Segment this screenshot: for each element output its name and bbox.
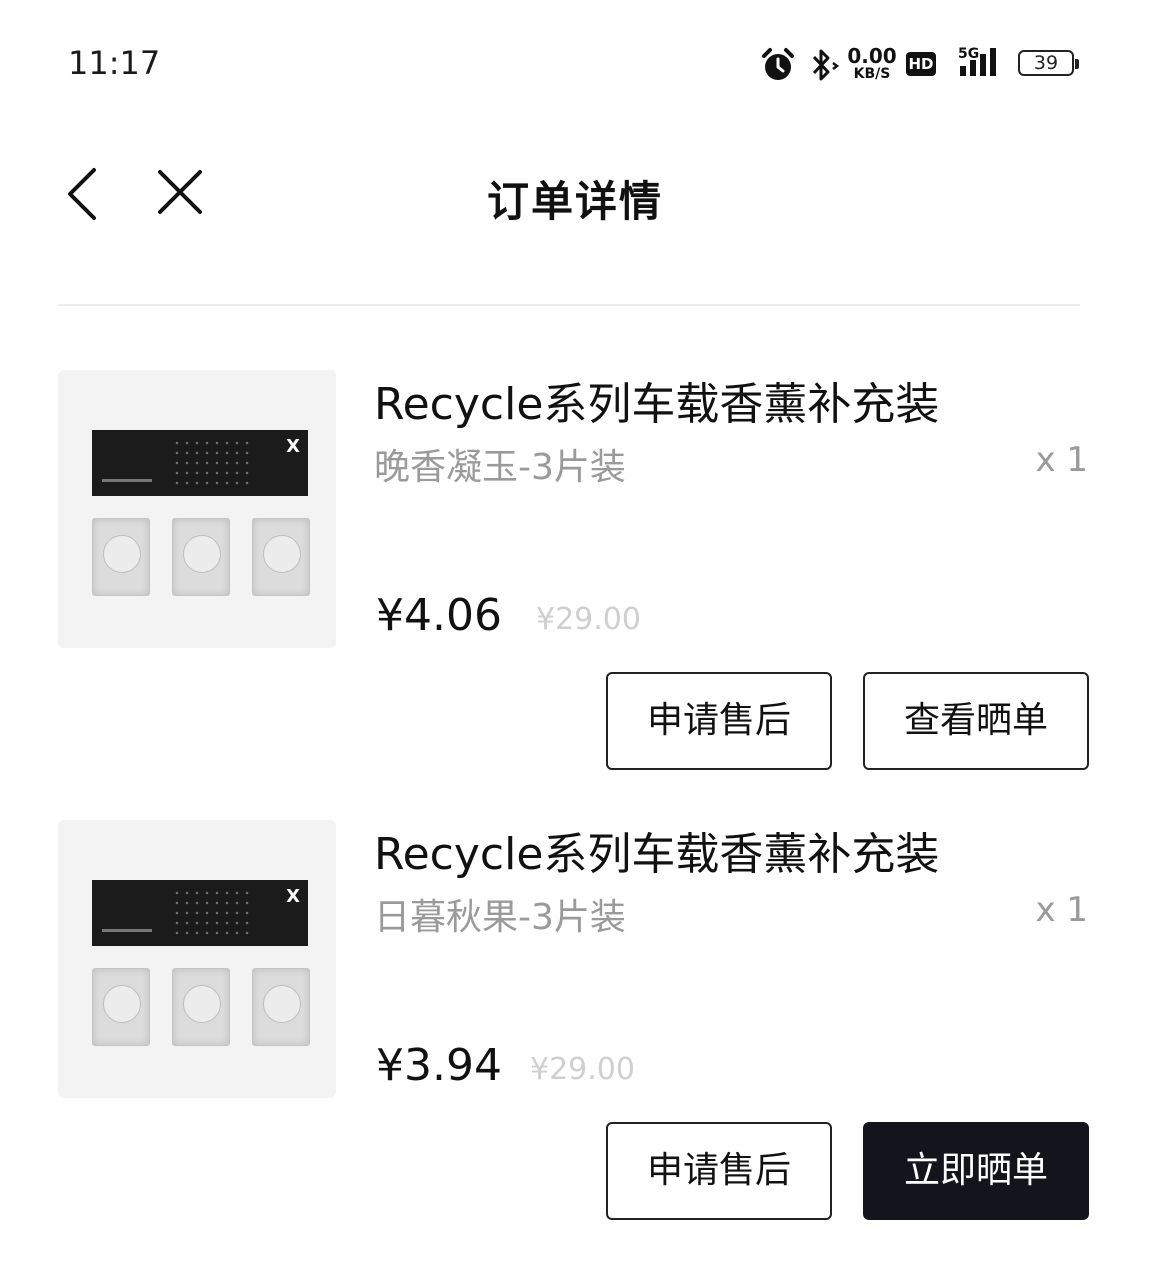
post-review-button[interactable]: 立即晒单 [863,1122,1089,1220]
bluetooth-icon [812,49,840,81]
alarm-icon [762,48,794,80]
product-price: ¥4.06 [376,590,502,641]
divider [58,304,1080,306]
after-sales-button[interactable]: 申请售后 [606,672,832,770]
product-title[interactable]: Recycle系列车载香薰补充装 [374,368,939,432]
order-item: X Recycle系列车载香薰补充装 晚香凝玉-3片装 x 1 ¥4.06 ¥2… [0,370,1150,770]
product-variant: 晚香凝玉-3片装 [374,447,626,488]
order-item: X Recycle系列车载香薰补充装 日暮秋果-3片装 x 1 ¥3.94 ¥2… [0,820,1150,1220]
network-speed-unit: KB/S [853,66,891,82]
battery-icon: 39 [1018,50,1079,76]
product-image[interactable]: X [58,370,336,648]
product-image[interactable]: X [58,820,336,1098]
network-type: 5G [958,46,979,62]
network-speed-value: 0.00 [847,44,897,68]
original-price: ¥29.00 [536,602,641,637]
status-bar: 11:17 0.00 KB/S HD 5G 39 [0,0,1150,130]
after-sales-button[interactable]: 申请售后 [606,1122,832,1220]
nav-bar: 订单详情 [0,150,1150,240]
network-speed: 0.00 KB/S [846,46,898,81]
product-quantity: x 1 [1035,440,1088,480]
status-time: 11:17 [68,44,161,82]
view-review-button[interactable]: 查看晒单 [863,672,1089,770]
product-price: ¥3.94 [376,1040,502,1091]
page-title: 订单详情 [486,177,663,226]
hd-badge: HD [906,52,936,76]
signal-icon: 5G [958,46,996,76]
product-quantity: x 1 [1035,890,1088,930]
original-price: ¥29.00 [530,1052,635,1087]
product-variant: 日暮秋果-3片装 [374,897,626,938]
product-title[interactable]: Recycle系列车载香薰补充装 [374,818,939,882]
